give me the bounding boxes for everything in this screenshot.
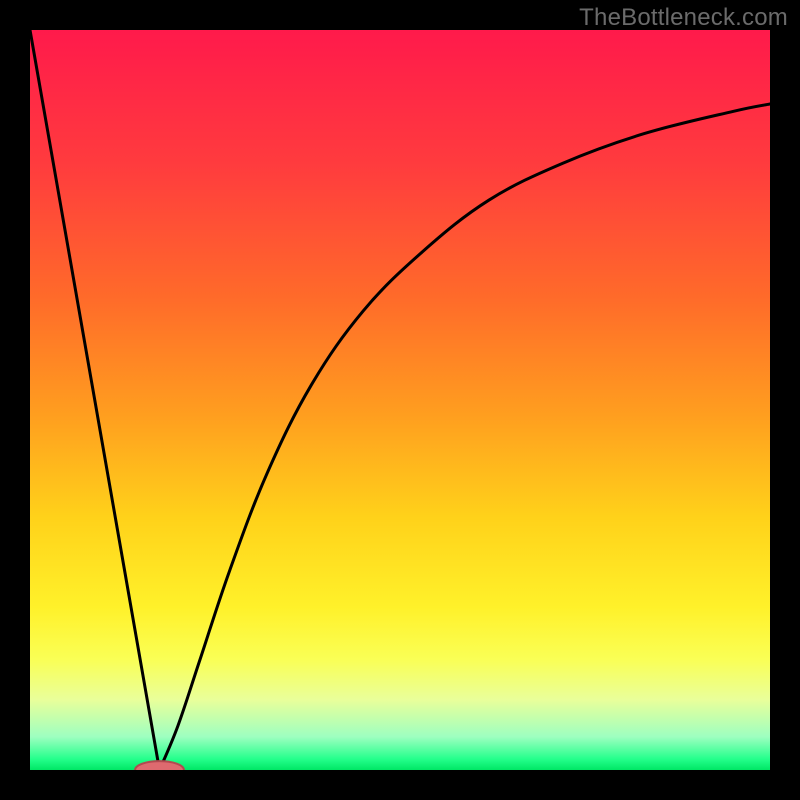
series-left: [30, 30, 160, 770]
series-right: [160, 104, 771, 770]
plot-area: [30, 30, 770, 770]
chart-frame: TheBottleneck.com: [0, 0, 800, 800]
vertex-marker: [135, 761, 184, 770]
watermark-text: TheBottleneck.com: [579, 4, 788, 32]
chart-curves: [30, 30, 770, 770]
